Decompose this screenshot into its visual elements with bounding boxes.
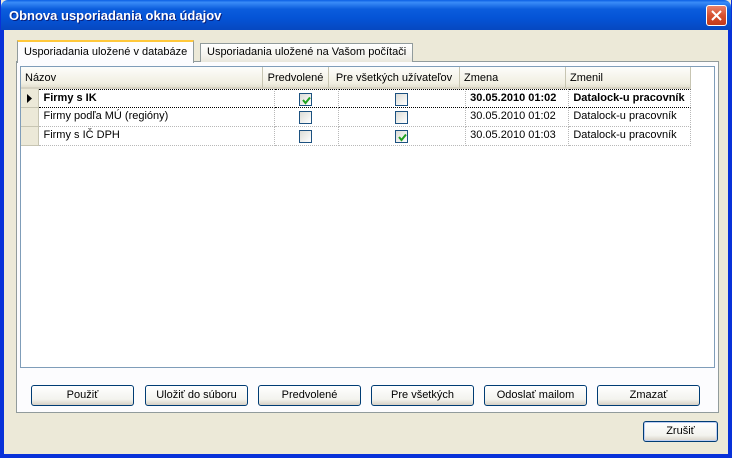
check-icon: [398, 133, 407, 142]
cell-name[interactable]: Firmy podľa MÚ (regióny): [39, 108, 275, 127]
window-frame-bottom: [1, 454, 732, 457]
tab-database-layouts[interactable]: Usporiadania uložené v databáze: [17, 40, 195, 63]
title-bar[interactable]: Obnova usporiadania okna údajov: [1, 0, 731, 30]
window-frame-left: [1, 30, 4, 458]
cell-default: [274, 108, 339, 127]
window-frame-right: [728, 30, 731, 458]
close-button[interactable]: [706, 5, 727, 26]
cell-changed[interactable]: 30.05.2010 01:02: [466, 89, 570, 108]
cell-all-users: [338, 89, 467, 108]
check-icon: [302, 96, 312, 105]
cell-all-users: [338, 127, 467, 146]
table-row[interactable]: Firmy podľa MÚ (regióny) 30.05.2010 01:0…: [21, 108, 691, 127]
set-default-button[interactable]: Predvolené: [258, 385, 361, 406]
close-icon: [711, 10, 722, 21]
default-checkbox[interactable]: [299, 111, 313, 124]
table-row[interactable]: Firmy s IČ DPH 30.05.2010 01:03 Datalock…: [21, 127, 691, 146]
cell-all-users: [338, 108, 467, 127]
dialog-window: Obnova usporiadania okna údajov Usporiad…: [0, 0, 732, 458]
default-checkbox[interactable]: [299, 93, 313, 106]
apply-button[interactable]: Použiť: [31, 385, 134, 406]
column-header-changed[interactable]: Zmena: [460, 67, 566, 89]
cell-name[interactable]: Firmy s IČ DPH: [39, 127, 275, 146]
cell-default: [274, 89, 339, 108]
table-row[interactable]: Firmy s IK 30.05.2010 01:02 Datalock-u p…: [21, 89, 691, 108]
row-pointer-icon: [27, 94, 32, 103]
tab-local-layouts[interactable]: Usporiadania uložené na Vašom počítači: [200, 43, 414, 62]
for-all-users-button[interactable]: Pre všetkých: [371, 385, 474, 406]
cell-changed[interactable]: 30.05.2010 01:02: [466, 108, 570, 127]
cancel-button[interactable]: Zrušiť: [643, 421, 718, 442]
cell-default: [274, 127, 339, 146]
window-title: Obnova usporiadania okna údajov: [9, 8, 222, 23]
column-header-all-users[interactable]: Pre všetkých užívateľov: [329, 67, 460, 89]
all-users-checkbox[interactable]: [395, 111, 409, 124]
cell-changed-by[interactable]: Datalock-u pracovník: [569, 89, 691, 108]
delete-button[interactable]: Zmazať: [597, 385, 700, 406]
cell-changed[interactable]: 30.05.2010 01:03: [466, 127, 570, 146]
default-checkbox[interactable]: [299, 130, 313, 143]
row-selector[interactable]: [21, 89, 40, 108]
save-to-file-button[interactable]: Uložiť do súboru: [145, 385, 248, 406]
all-users-checkbox[interactable]: [395, 93, 409, 106]
all-users-checkbox[interactable]: [395, 130, 409, 143]
cell-changed-by[interactable]: Datalock-u pracovník: [569, 108, 691, 127]
layouts-grid: Názov Predvolené Pre všetkých užívateľov…: [20, 66, 715, 368]
column-header-default[interactable]: Predvolené: [263, 67, 329, 89]
send-by-mail-button[interactable]: Odoslať mailom: [484, 385, 587, 406]
cell-name[interactable]: Firmy s IK: [39, 89, 275, 108]
column-header-changed-by[interactable]: Zmenil: [566, 67, 691, 89]
column-header-name[interactable]: Názov: [21, 67, 263, 89]
row-selector[interactable]: [21, 127, 40, 146]
grid-header: Názov Predvolené Pre všetkých užívateľov…: [21, 67, 714, 89]
row-selector[interactable]: [21, 108, 40, 127]
cell-changed-by[interactable]: Datalock-u pracovník: [569, 127, 691, 146]
